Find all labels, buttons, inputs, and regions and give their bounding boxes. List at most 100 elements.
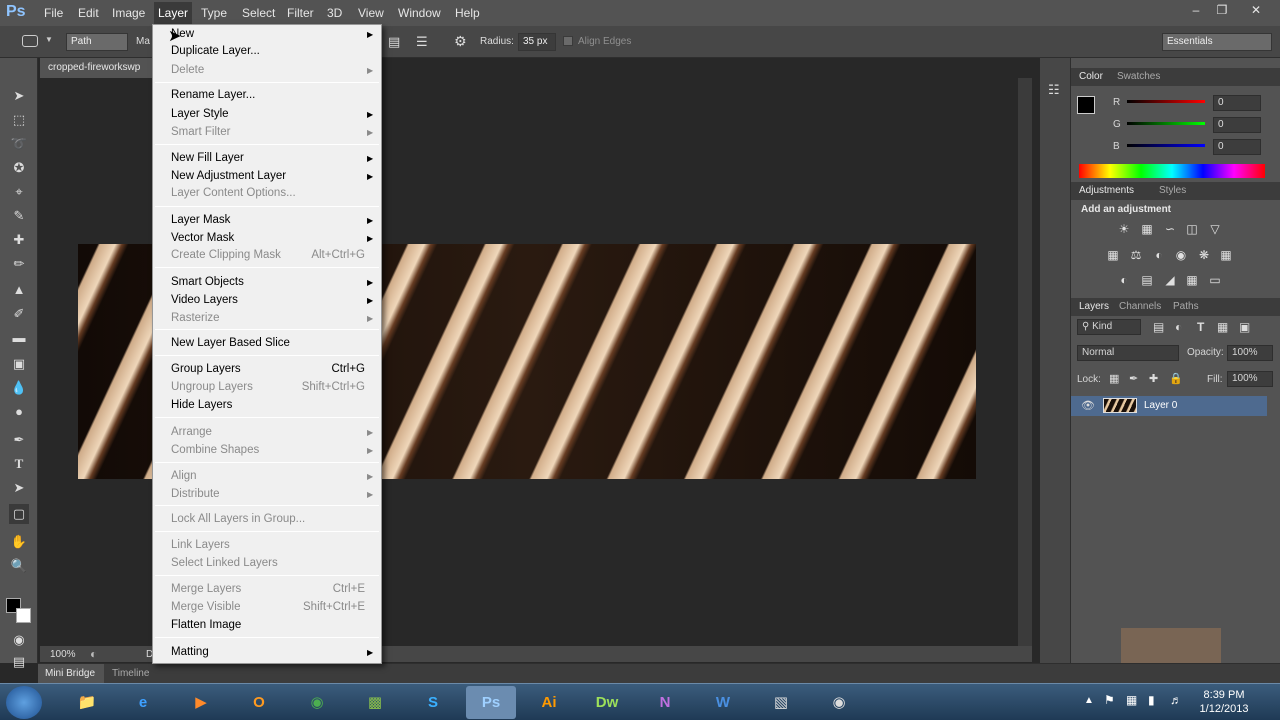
opacity-input[interactable]: 100% <box>1227 345 1273 361</box>
menu-item-delete[interactable]: Delete <box>171 64 371 76</box>
tab-timeline[interactable]: Timeline <box>112 668 149 679</box>
zoom-level[interactable]: 100% <box>50 649 76 660</box>
menu-select[interactable]: Select <box>238 6 279 20</box>
channel-g-slider[interactable] <box>1127 122 1205 125</box>
filter-type-icon[interactable]: T <box>1197 320 1204 334</box>
taskbar-onenote[interactable]: N <box>640 686 690 719</box>
color-spectrum-ramp[interactable] <box>1079 164 1265 178</box>
layer-row[interactable]: 👁 Layer 0 <box>1071 396 1267 416</box>
tab-layers[interactable]: Layers <box>1079 301 1109 312</box>
network-icon[interactable]: ▦ <box>1126 693 1137 707</box>
internet-explorer-icon[interactable]: e <box>118 686 168 719</box>
action-center-icon[interactable]: ⚑ <box>1104 693 1115 707</box>
document-tab[interactable]: cropped-fireworkswp <box>40 58 158 78</box>
brush-tool-icon[interactable]: ✏ <box>9 254 29 274</box>
show-hidden-icons-icon[interactable]: ▲ <box>1084 695 1094 706</box>
taskbar-word[interactable]: W <box>698 686 748 719</box>
recorder-icon[interactable]: ◉ <box>814 686 864 719</box>
chrome-icon[interactable]: ◉ <box>292 686 342 719</box>
channel-mixer-icon[interactable]: ❋ <box>1196 247 1212 263</box>
lasso-tool-icon[interactable]: ➰ <box>9 134 29 154</box>
exposure-icon[interactable]: ◫ <box>1184 221 1200 237</box>
eyedropper-tool-icon[interactable]: ✎ <box>9 206 29 226</box>
taskbar-dreamweaver[interactable]: Dw <box>582 686 632 719</box>
blur-tool-icon[interactable]: 💧 <box>9 378 29 398</box>
minimize-icon[interactable]: – <box>1186 3 1206 19</box>
menu-window[interactable]: Window <box>394 6 445 20</box>
filter-smart-object-icon[interactable]: ▣ <box>1239 320 1250 334</box>
menu-file[interactable]: File <box>40 6 67 20</box>
move-tool-icon[interactable]: ➤ <box>9 86 29 106</box>
zoom-tool-icon[interactable]: 🔍 <box>9 556 29 576</box>
menu-item-align[interactable]: Align <box>171 470 371 482</box>
workspace-select[interactable]: Essentials <box>1162 33 1272 51</box>
lock-position-icon[interactable]: ✚ <box>1149 372 1158 385</box>
volume-icon[interactable]: ♬ <box>1170 693 1182 707</box>
selective-color-icon[interactable]: ▦ <box>1184 272 1200 288</box>
menu-3d[interactable]: 3D <box>323 6 346 20</box>
background-color-swatch[interactable] <box>16 608 31 623</box>
restore-icon[interactable]: ❐ <box>1212 3 1232 19</box>
menu-item-lock-all-layers[interactable]: Lock All Layers in Group... <box>171 513 371 525</box>
lock-all-icon[interactable]: 🔒 <box>1169 372 1183 385</box>
layer-filter-select[interactable]: ⚲ Kind <box>1077 319 1141 335</box>
path-arrangement-icon[interactable]: ☰ <box>416 34 428 50</box>
close-icon[interactable]: ✕ <box>1246 3 1266 19</box>
channel-b-slider[interactable] <box>1127 144 1205 147</box>
menu-item-smart-filter[interactable]: Smart Filter <box>171 126 371 138</box>
vibrance-icon[interactable]: ▽ <box>1207 221 1223 237</box>
menu-image[interactable]: Image <box>108 6 149 20</box>
menu-view[interactable]: View <box>354 6 388 20</box>
tab-color[interactable]: Color <box>1079 71 1103 82</box>
quick-mask-icon[interactable]: ◉ <box>9 630 29 650</box>
media-player-icon[interactable]: ▶ <box>176 686 226 719</box>
menu-item-new-layer-based-slice[interactable]: New Layer Based Slice <box>171 337 371 349</box>
foreground-color-chip[interactable] <box>1077 96 1095 114</box>
path-selection-tool-icon[interactable]: ➤ <box>9 478 29 498</box>
threshold-icon[interactable]: ◢ <box>1162 272 1178 288</box>
gradient-map-icon[interactable]: ▭ <box>1207 272 1223 288</box>
excel-chart-icon[interactable]: ▩ <box>350 686 400 719</box>
filter-pixel-icon[interactable]: ▤ <box>1153 320 1164 334</box>
rounded-rectangle-tool-icon[interactable] <box>22 35 38 47</box>
taskbar-photoshop[interactable]: Ps <box>466 686 516 719</box>
gear-icon[interactable]: ⚙ <box>454 33 467 50</box>
dodge-tool-icon[interactable]: ● <box>9 402 29 422</box>
menu-item-rename-layer[interactable]: Rename Layer... <box>171 89 371 101</box>
menu-item-hide-layers[interactable]: Hide Layers <box>171 399 371 411</box>
tab-channels[interactable]: Channels <box>1119 301 1161 312</box>
eraser-tool-icon[interactable]: ▬ <box>9 328 29 348</box>
black-white-icon[interactable]: ◐ <box>1151 247 1167 263</box>
brightness-contrast-icon[interactable]: ☀ <box>1116 221 1132 237</box>
menu-type[interactable]: Type <box>197 6 231 20</box>
channel-g-value[interactable]: 0 <box>1213 117 1261 133</box>
menu-item-layer-mask[interactable]: Layer Mask <box>171 214 371 226</box>
battery-icon[interactable]: ▮ <box>1148 693 1155 707</box>
tab-paths[interactable]: Paths <box>1173 301 1199 312</box>
eye-icon[interactable]: 👁 <box>1081 399 1095 412</box>
menu-item-select-linked-layers[interactable]: Select Linked Layers <box>171 557 371 569</box>
menu-item-arrange[interactable]: Arrange <box>171 426 371 438</box>
chevron-down-icon[interactable]: ▼ <box>45 35 53 44</box>
tab-adjustments[interactable]: Adjustments <box>1079 185 1134 196</box>
menu-item-matting[interactable]: Matting <box>171 646 371 658</box>
camtasia-icon[interactable]: ▧ <box>756 686 806 719</box>
clone-stamp-tool-icon[interactable]: ▲ <box>9 280 29 300</box>
menu-item-smart-objects[interactable]: Smart Objects <box>171 276 371 288</box>
hand-tool-icon[interactable]: ✋ <box>9 532 29 552</box>
screen-mode-icon[interactable]: ▤ <box>9 652 29 672</box>
taskbar-illustrator[interactable]: Ai <box>524 686 574 719</box>
crop-tool-icon[interactable]: ⌖ <box>9 182 29 202</box>
lock-transparency-icon[interactable]: ▦ <box>1109 372 1119 385</box>
menu-item-vector-mask[interactable]: Vector Mask <box>171 232 371 244</box>
menu-layer[interactable]: Layer <box>154 2 193 24</box>
menu-item-distribute[interactable]: Distribute <box>171 488 371 500</box>
align-edges-checkbox[interactable] <box>563 36 573 46</box>
menu-filter[interactable]: Filter <box>283 6 318 20</box>
color-balance-icon[interactable]: ⚖ <box>1128 247 1144 263</box>
clock[interactable]: 8:39 PM 1/12/2013 <box>1196 688 1252 716</box>
outlook-icon[interactable]: O <box>234 686 284 719</box>
skype-icon[interactable]: S <box>408 686 458 719</box>
posterize-icon[interactable]: ▤ <box>1139 272 1155 288</box>
menu-item-video-layers[interactable]: Video Layers <box>171 294 371 306</box>
